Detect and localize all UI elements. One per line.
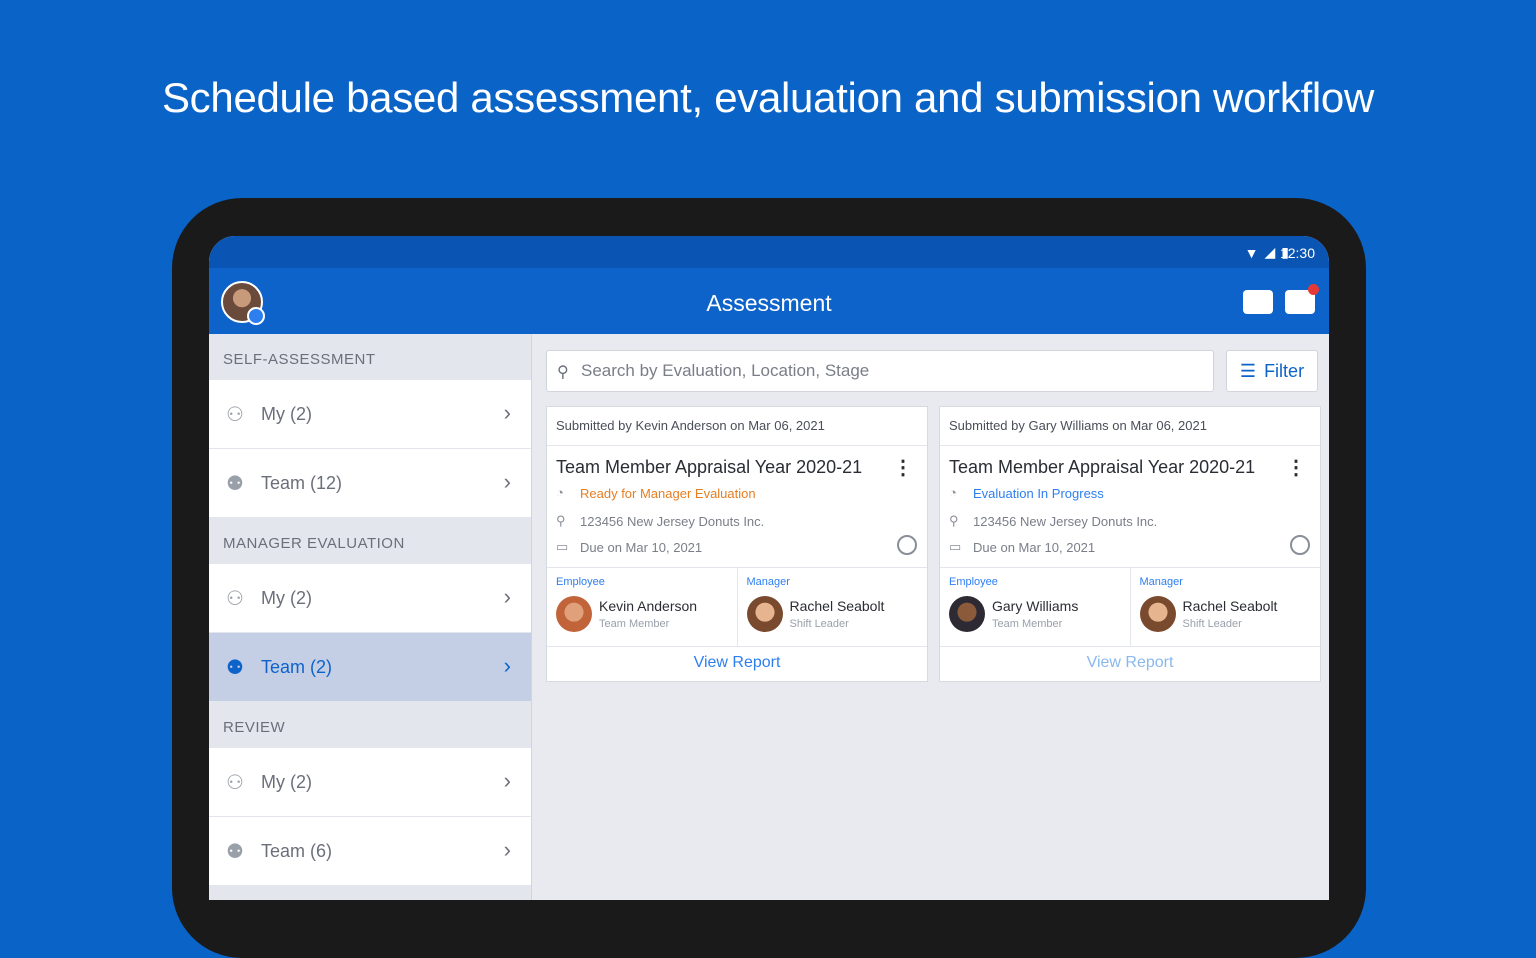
employee-name: Kevin Anderson — [599, 598, 698, 614]
sidebar-item-label: Team (2) — [261, 656, 333, 677]
headline: Schedule based assessment, evaluation an… — [161, 74, 1375, 121]
employee-role: Team Member — [992, 618, 1063, 630]
location-pin-icon: ⚲ — [949, 513, 959, 528]
employee-name: Gary Williams — [992, 598, 1079, 614]
sidebar-item-review-team[interactable]: ⚉ Team (6) › — [209, 817, 531, 886]
employee-avatar — [949, 596, 985, 632]
chevron-right-icon: › — [503, 768, 511, 793]
filter-label: Filter — [1264, 360, 1305, 381]
main-content: ⚲ Search by Evaluation, Location, Stage … — [532, 334, 1329, 900]
app-bar: Assessment — [209, 268, 1329, 334]
employee-avatar — [556, 596, 592, 632]
team-icon: ⚉ — [226, 841, 244, 863]
card-due-text: Due on Mar 10, 2021 — [580, 539, 703, 555]
sidebar-item-manager-my[interactable]: ⚇ My (2) › — [209, 564, 531, 633]
chevron-right-icon: › — [503, 400, 511, 425]
calendar-icon: ▭ — [556, 539, 569, 554]
card-due: ▭ Due on Mar 10, 2021 — [949, 539, 1095, 555]
manager-role: Shift Leader — [1182, 618, 1242, 630]
refresh-icon[interactable] — [897, 535, 917, 555]
manager-avatar — [1139, 596, 1176, 632]
card-status: ◔ Ready for Manager Evaluation — [556, 485, 756, 501]
card-people: Employee Kevin Anderson Team Member Mana… — [547, 567, 927, 647]
person-icon: ⚇ — [226, 772, 244, 794]
page-title: Assessment — [706, 290, 832, 316]
section-heading-manager-evaluation: MANAGER EVALUATION — [223, 535, 405, 552]
sidebar-item-label: Team (12) — [261, 472, 343, 493]
team-icon: ⚉ — [226, 657, 244, 679]
view-report-link[interactable]: View Report — [940, 645, 1320, 681]
card-title: Team Member Appraisal Year 2020-21 — [556, 457, 863, 477]
employee-role: Team Member — [599, 618, 670, 630]
team-icon: ⚉ — [226, 473, 244, 495]
location-pin-icon: ⚲ — [556, 513, 566, 528]
search-placeholder: Search by Evaluation, Location, Stage — [581, 361, 870, 380]
more-options-icon[interactable]: ⋮ — [893, 455, 913, 480]
sidebar-item-label: My (2) — [261, 587, 312, 608]
section-heading-self-assessment: SELF-ASSESSMENT — [223, 351, 376, 368]
sidebar-item-self-my[interactable]: ⚇ My (2) › — [209, 380, 531, 449]
manager-role-label: Manager — [746, 576, 790, 588]
card-location-text: 123456 New Jersey Donuts Inc. — [580, 513, 765, 529]
chevron-right-icon: › — [503, 584, 511, 609]
sidebar-item-review-my[interactable]: ⚇ My (2) › — [209, 748, 531, 817]
filter-icon: ☰ — [1239, 360, 1257, 381]
card-people: Employee Gary Williams Team Member Manag… — [940, 567, 1320, 647]
chevron-right-icon: › — [503, 469, 511, 494]
search-input[interactable]: ⚲ Search by Evaluation, Location, Stage — [546, 350, 1214, 392]
card-title: Team Member Appraisal Year 2020-21 — [949, 457, 1256, 477]
manager-role: Shift Leader — [789, 618, 849, 630]
sidebar-item-label: My (2) — [261, 771, 312, 792]
card-location: ⚲ 123456 New Jersey Donuts Inc. — [556, 513, 764, 529]
card-due: ▭ Due on Mar 10, 2021 — [556, 539, 702, 555]
view-report-link[interactable]: View Report — [547, 645, 927, 681]
card-submitted: Submitted by Gary Williams on Mar 06, 20… — [940, 407, 1320, 446]
assessment-card: Submitted by Gary Williams on Mar 06, 20… — [939, 406, 1321, 682]
employee-block: Employee Gary Williams Team Member — [940, 568, 1131, 646]
person-icon: ⚇ — [226, 588, 244, 610]
sidebar-item-label: My (2) — [261, 403, 312, 424]
app-screen: ▼ ◢ ▮ 12:30 Assessment SELF-ASSESSMENT ⚇… — [209, 236, 1329, 900]
card-due-text: Due on Mar 10, 2021 — [973, 539, 1096, 555]
chevron-right-icon: › — [503, 653, 511, 678]
card-location: ⚲ 123456 New Jersey Donuts Inc. — [949, 513, 1157, 529]
employee-role-label: Employee — [556, 576, 605, 588]
filter-button[interactable]: ☰ Filter — [1226, 350, 1318, 392]
manager-role-label: Manager — [1139, 576, 1183, 588]
sidebar-item-manager-team[interactable]: ⚉ Team (2) › — [209, 633, 531, 702]
manager-name: Rachel Seabolt — [1182, 598, 1278, 614]
card-status: ◔ Evaluation In Progress — [949, 485, 1104, 501]
more-options-icon[interactable]: ⋮ — [1286, 455, 1306, 480]
employee-block: Employee Kevin Anderson Team Member — [547, 568, 738, 646]
sidebar-item-self-team[interactable]: ⚉ Team (12) › — [209, 449, 531, 518]
refresh-icon[interactable] — [1290, 535, 1310, 555]
status-time: 12:30 — [1279, 245, 1315, 261]
calendar-icon: ▭ — [949, 539, 962, 554]
chat-help-icon[interactable] — [1243, 290, 1273, 314]
section-heading-review: REVIEW — [223, 719, 286, 736]
sidebar: SELF-ASSESSMENT ⚇ My (2) › ⚉ Team (12) ›… — [209, 334, 532, 900]
card-location-text: 123456 New Jersey Donuts Inc. — [973, 513, 1158, 529]
card-status-text: Evaluation In Progress — [973, 485, 1104, 501]
chevron-right-icon: › — [503, 837, 511, 862]
inbox-icon[interactable] — [1285, 284, 1319, 314]
notification-dot — [1308, 284, 1319, 295]
manager-name: Rachel Seabolt — [789, 598, 885, 614]
card-submitted: Submitted by Kevin Anderson on Mar 06, 2… — [547, 407, 927, 446]
assessment-card: Submitted by Kevin Anderson on Mar 06, 2… — [546, 406, 928, 682]
status-icon: ◔ — [556, 485, 564, 500]
manager-block: Manager Rachel Seabolt Shift Leader — [1131, 568, 1321, 646]
sidebar-item-label: Team (6) — [261, 840, 333, 861]
employee-role-label: Employee — [949, 576, 998, 588]
person-icon: ⚇ — [226, 404, 244, 426]
card-status-text: Ready for Manager Evaluation — [580, 485, 756, 501]
manager-block: Manager Rachel Seabolt Shift Leader — [738, 568, 928, 646]
manager-avatar — [746, 596, 783, 632]
status-icon: ◔ — [949, 485, 957, 500]
wifi-icon: ▼ — [1244, 244, 1259, 261]
status-bar: ▼ ◢ ▮ 12:30 — [209, 236, 1329, 268]
search-icon: ⚲ — [557, 364, 569, 381]
signal-icon: ◢ — [1264, 244, 1276, 260]
